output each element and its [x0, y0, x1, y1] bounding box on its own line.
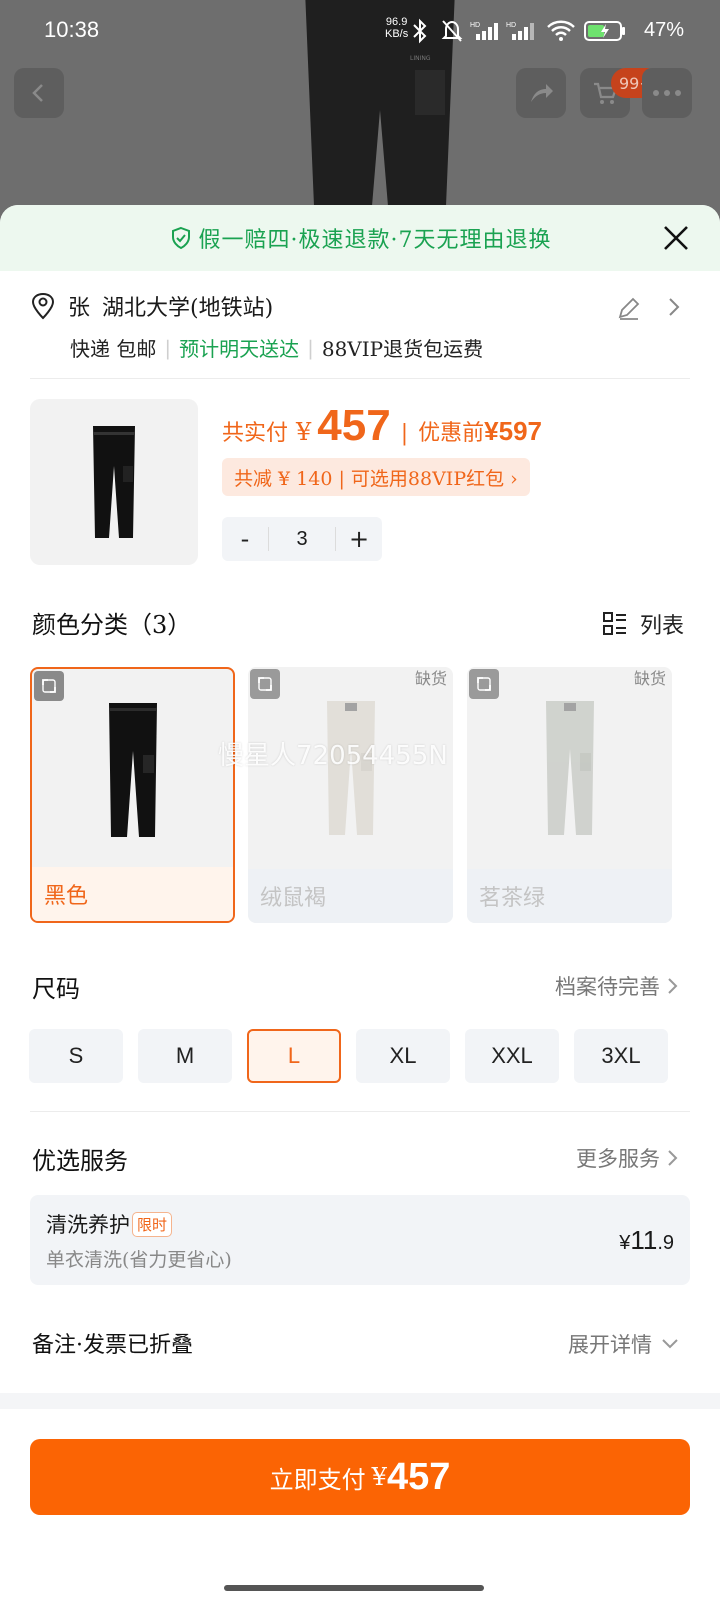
before-discount-price: ¥597	[484, 416, 542, 446]
final-price: 457	[317, 401, 391, 450]
color-option-tea-green[interactable]: 缺货 茗茶绿	[467, 667, 672, 923]
battery-icon	[584, 21, 625, 41]
mute-icon	[441, 20, 463, 42]
size-option-l[interactable]: L	[247, 1029, 341, 1083]
back-icon[interactable]	[14, 68, 64, 118]
decrease-button[interactable]: -	[222, 525, 268, 553]
address-section[interactable]: 张 湖北大学(地铁站) 快递 包邮 | 预计明天送达 | 88VIP退货包运费	[30, 289, 690, 362]
guarantee-banner: 假一赔四·极速退款·7天无理由退换	[0, 205, 720, 271]
shield-check-icon	[171, 226, 190, 250]
expand-icon[interactable]	[250, 669, 280, 699]
more-icon[interactable]	[642, 68, 692, 118]
svg-text:HD: HD	[470, 22, 480, 29]
status-bar: 10:38 96.9 KB/s HD HD 47%	[0, 0, 720, 64]
chevron-right-icon	[668, 978, 678, 994]
delivery-estimate: 预计明天送达	[179, 337, 300, 361]
size-profile-link[interactable]: 档案待完善	[555, 971, 680, 1001]
discount-banner[interactable]: 共减 ¥ 140 | 可选用88VIP红包 ›	[222, 458, 530, 496]
watermark-text: 慢星人72054455N	[218, 741, 448, 771]
list-icon	[602, 612, 626, 635]
out-of-stock-tag: 缺货	[414, 669, 447, 688]
signal-1-icon: HD	[470, 22, 498, 40]
product-image-black	[108, 703, 157, 837]
size-option-xxl[interactable]: XXL	[465, 1029, 559, 1083]
before-discount-label: 优惠前	[418, 421, 485, 446]
increase-button[interactable]: +	[336, 525, 382, 553]
status-time: 10:38	[44, 17, 100, 42]
color-label: 黑色	[32, 867, 233, 921]
section-separator	[0, 1393, 720, 1409]
notes-section-title: 备注·发票已折叠	[32, 1333, 193, 1358]
size-option-m[interactable]: M	[138, 1029, 232, 1083]
divider	[30, 378, 690, 379]
color-label: 绒鼠褐	[248, 869, 453, 923]
service-description: 单衣清洗(省力更省心)	[46, 1249, 232, 1271]
size-option-s[interactable]: S	[29, 1029, 123, 1083]
color-option-mouse-brown[interactable]: 缺货 绒鼠褐	[248, 667, 453, 923]
currency-symbol: ¥	[296, 418, 312, 446]
color-section-title: 颜色分类（3）	[32, 611, 192, 639]
service-name: 清洗养护	[46, 1213, 130, 1237]
more-services-link[interactable]: 更多服务	[576, 1143, 680, 1173]
chevron-down-icon	[662, 1339, 678, 1349]
divider	[30, 1111, 690, 1112]
signal-2-icon: HD	[506, 22, 534, 40]
service-card-cleaning[interactable]: 清洗养护 限时 单衣清洗(省力更省心) ¥11.9	[30, 1195, 690, 1285]
size-option-xl[interactable]: XL	[356, 1029, 450, 1083]
chevron-right-icon[interactable]	[666, 297, 682, 317]
pay-now-button[interactable]: 立即支付 ¥ 457	[30, 1439, 690, 1515]
battery-percent: 47%	[644, 19, 685, 41]
guarantee-text: 假一赔四·极速退款·7天无理由退换	[198, 228, 552, 253]
bluetooth-icon	[413, 18, 427, 44]
purchase-sheet: 假一赔四·极速退款·7天无理由退换 张 湖北大学(地铁站) 快递 包邮 | 预计…	[0, 205, 720, 1600]
limited-time-tag: 限时	[132, 1211, 173, 1237]
list-view-toggle[interactable]: 列表	[602, 608, 684, 640]
vip-return-note: 88VIP退货包运费	[321, 337, 484, 361]
service-price: ¥11.9	[619, 1225, 674, 1255]
address-text: 湖北大学(地铁站)	[102, 296, 274, 321]
expand-icon[interactable]	[469, 669, 499, 699]
product-image-green	[545, 701, 594, 835]
edit-icon[interactable]	[616, 295, 642, 321]
color-label: 茗茶绿	[467, 869, 672, 923]
services-section-title: 优选服务	[32, 1147, 128, 1175]
chevron-right-icon	[668, 1150, 678, 1166]
list-toggle-label: 列表	[639, 614, 684, 639]
size-option-3xl[interactable]: 3XL	[574, 1029, 668, 1083]
expand-details-link[interactable]: 展开详情	[568, 1329, 680, 1359]
home-indicator[interactable]	[224, 1585, 484, 1591]
paid-label: 共实付	[222, 421, 289, 446]
quantity-value[interactable]: 3	[268, 527, 336, 551]
network-speed: 96.9 KB/s	[385, 16, 409, 40]
out-of-stock-tag: 缺货	[633, 669, 666, 688]
product-thumbnail[interactable]	[30, 399, 198, 565]
wifi-icon	[547, 20, 575, 41]
recipient-name: 张	[68, 296, 91, 321]
color-option-black[interactable]: 黑色	[30, 667, 235, 923]
close-icon[interactable]	[660, 222, 692, 254]
size-section-title: 尺码	[32, 975, 80, 1003]
shipping-method: 快递 包邮	[70, 337, 157, 361]
quantity-stepper: - 3 +	[222, 517, 382, 561]
svg-text:HD: HD	[506, 22, 516, 29]
location-pin-icon	[31, 292, 55, 320]
price-summary: 共实付 ¥ 457 | 优惠前 ¥597	[222, 401, 542, 450]
share-icon[interactable]	[516, 68, 566, 118]
expand-icon[interactable]	[34, 671, 64, 701]
